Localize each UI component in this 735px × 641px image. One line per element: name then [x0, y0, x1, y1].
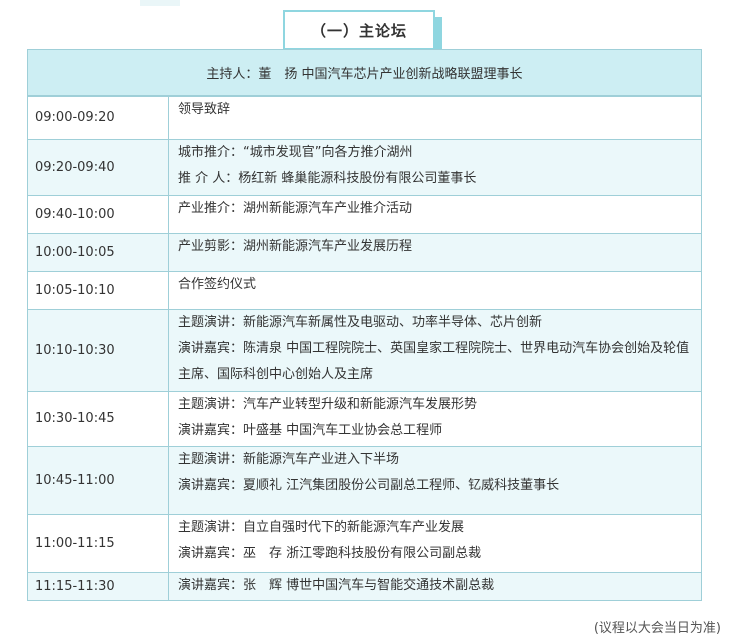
agenda-time: 11:00-11:15	[27, 514, 169, 573]
agenda-row: 09:40-10:00 产业推介：湖州新能源汽车产业推介活动	[27, 195, 702, 234]
agenda-line: 演讲嘉宾：巫 存 浙江零跑科技股份有限公司副总裁	[178, 546, 482, 561]
agenda-time: 09:00-09:20	[27, 96, 169, 140]
agenda-row: 11:00-11:15 主题演讲：自立自强时代下的新能源汽车产业发展 演讲嘉宾：…	[27, 514, 702, 573]
agenda-line: 城市推介：“城市发现官”向各方推介湖州	[178, 145, 413, 160]
section-title-box: （一）主论坛	[283, 10, 442, 55]
agenda-time: 10:45-11:00	[27, 446, 169, 515]
agenda-time: 10:30-10:45	[27, 391, 169, 447]
agenda-content: 产业剪影：湖州新能源汽车产业发展历程	[168, 233, 702, 272]
agenda-row: 10:45-11:00 主题演讲：新能源汽车产业进入下半场 演讲嘉宾：夏顺礼 江…	[27, 446, 702, 515]
agenda-content: 合作签约仪式	[168, 271, 702, 310]
agenda-time: 10:05-10:10	[27, 271, 169, 310]
agenda-content: 演讲嘉宾：张 辉 博世中国汽车与智能交通技术副总裁	[168, 572, 702, 601]
agenda-row: 10:30-10:45 主题演讲：汽车产业转型升级和新能源汽车发展形势 演讲嘉宾…	[27, 391, 702, 447]
agenda-time: 11:15-11:30	[27, 572, 169, 601]
agenda-time: 09:40-10:00	[27, 195, 169, 234]
agenda-note: (议程以大会当日为准)	[593, 621, 721, 636]
section-title-frame: （一）主论坛	[283, 10, 435, 50]
agenda-line: 演讲嘉宾：张 辉 博世中国汽车与智能交通技术副总裁	[178, 578, 495, 593]
agenda-line: 产业剪影：湖州新能源汽车产业发展历程	[178, 239, 413, 254]
agenda-row: 10:00-10:05 产业剪影：湖州新能源汽车产业发展历程	[27, 233, 702, 272]
agenda-line: 产业推介：湖州新能源汽车产业推介活动	[178, 201, 413, 216]
agenda-row: 09:20-09:40 城市推介：“城市发现官”向各方推介湖州 推 介 人：杨红…	[27, 139, 702, 196]
agenda-time: 09:20-09:40	[27, 139, 169, 196]
agenda-line: 主题演讲：新能源汽车产业进入下半场	[178, 452, 400, 467]
agenda-line: 主题演讲：新能源汽车新属性及电驱动、功率半导体、芯片创新	[178, 315, 543, 330]
agenda-content: 主题演讲：新能源汽车新属性及电驱动、功率半导体、芯片创新 演讲嘉宾：陈清泉 中国…	[168, 309, 702, 392]
agenda-line: 演讲嘉宾：叶盛基 中国汽车工业协会总工程师	[178, 423, 443, 438]
agenda-content: 产业推介：湖州新能源汽车产业推介活动	[168, 195, 702, 234]
agenda-time: 10:10-10:30	[27, 309, 169, 392]
agenda-row: 09:00-09:20 领导致辞	[27, 96, 702, 140]
section-title: （一）主论坛	[310, 21, 407, 40]
agenda-content: 领导致辞	[168, 96, 702, 140]
agenda-line: 主题演讲：自立自强时代下的新能源汽车产业发展	[178, 520, 465, 535]
agenda-line: 领导致辞	[178, 102, 231, 117]
host-text: 主持人：董 扬 中国汽车芯片产业创新战略联盟理事长	[206, 67, 523, 82]
agenda-line: 合作签约仪式	[178, 277, 257, 292]
agenda-content: 主题演讲：自立自强时代下的新能源汽车产业发展 演讲嘉宾：巫 存 浙江零跑科技股份…	[168, 514, 702, 573]
agenda-row: 11:15-11:30 演讲嘉宾：张 辉 博世中国汽车与智能交通技术副总裁	[27, 572, 702, 601]
agenda-content: 主题演讲：新能源汽车产业进入下半场 演讲嘉宾：夏顺礼 江汽集团股份公司副总工程师…	[168, 446, 702, 515]
agenda-table: 09:00-09:20 领导致辞 09:20-09:40 城市推介：“城市发现官…	[27, 96, 702, 601]
agenda-line: 演讲嘉宾：夏顺礼 江汽集团股份公司副总工程师、钇威科技董事长	[178, 478, 560, 493]
agenda-content: 城市推介：“城市发现官”向各方推介湖州 推 介 人：杨红新 蜂巢能源科技股份有限…	[168, 139, 702, 196]
agenda-line: 推 介 人：杨红新 蜂巢能源科技股份有限公司董事长	[178, 171, 477, 186]
agenda-line: 主题演讲：汽车产业转型升级和新能源汽车发展形势	[178, 397, 478, 412]
agenda-time: 10:00-10:05	[27, 233, 169, 272]
agenda-line: 演讲嘉宾：陈清泉 中国工程院院士、英国皇家工程院院士、世界电动汽车协会创始及轮值…	[178, 341, 690, 382]
host-banner: 主持人：董 扬 中国汽车芯片产业创新战略联盟理事长	[27, 49, 702, 96]
agenda-row: 10:05-10:10 合作签约仪式	[27, 271, 702, 310]
agenda-content: 主题演讲：汽车产业转型升级和新能源汽车发展形势 演讲嘉宾：叶盛基 中国汽车工业协…	[168, 391, 702, 447]
decorative-strip	[140, 0, 180, 6]
agenda-row: 10:10-10:30 主题演讲：新能源汽车新属性及电驱动、功率半导体、芯片创新…	[27, 309, 702, 392]
